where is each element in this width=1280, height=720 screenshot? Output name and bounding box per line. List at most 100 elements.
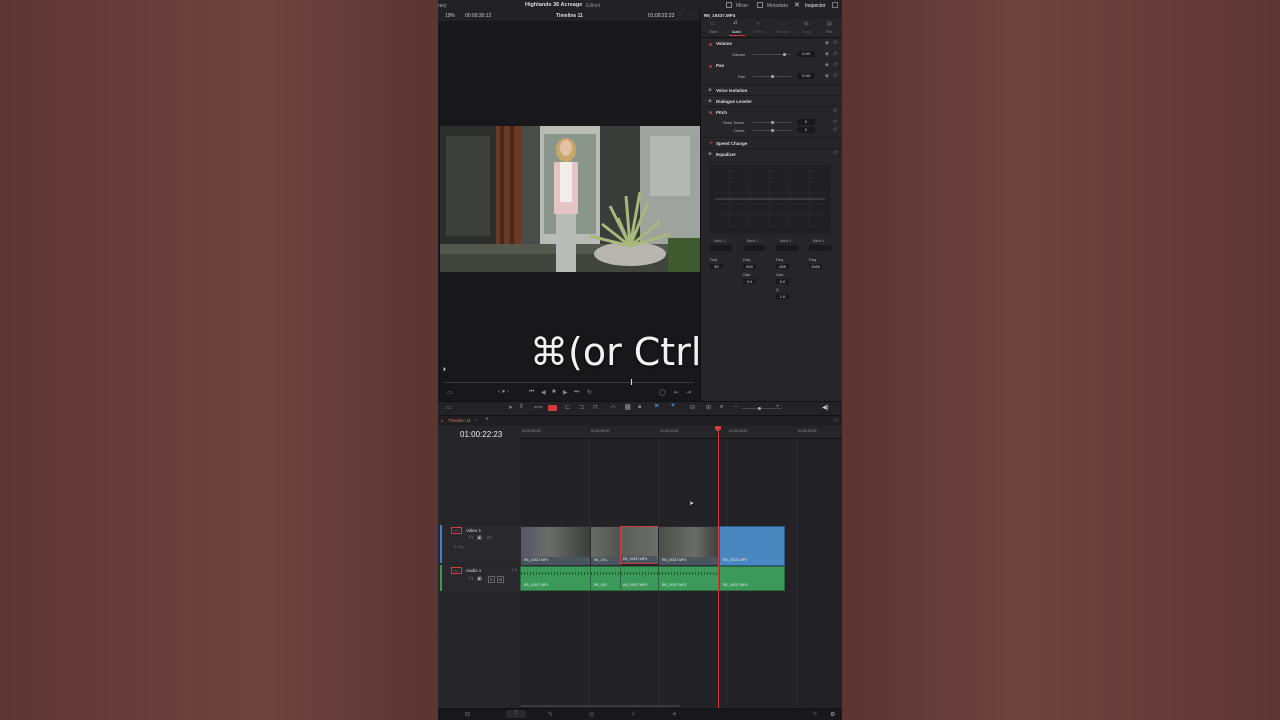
audio-track-mute-button[interactable]: M [497, 576, 505, 583]
timeline-timecode[interactable]: 01:00:22:23 [460, 430, 502, 439]
video-clip[interactable]: R6_193... [590, 526, 622, 566]
timeline-ruler[interactable]: 01:00:00:00 01:00:05:00 01:00:10:00 01:0… [520, 426, 842, 439]
blade-tool-icon[interactable] [548, 405, 557, 411]
volume-reset-icon[interactable]: ↺ [833, 40, 837, 46]
viewer-video-frame[interactable] [440, 126, 700, 272]
snapping-icon[interactable]: ∩ [611, 404, 615, 410]
band-2-gain-value[interactable]: 0.0 [743, 279, 756, 284]
audio-clip[interactable]: R6_19337.MP4 [520, 566, 592, 591]
timeline-panel-icon[interactable]: ▭ [834, 417, 839, 423]
zoom-slider-knob[interactable] [758, 407, 761, 410]
volume-param-reset-icon[interactable]: ↺ [833, 51, 837, 57]
selection-tool-icon[interactable]: ➤ [508, 404, 513, 411]
tab-video[interactable]: Video [709, 30, 718, 34]
settings-gear-icon[interactable]: ⚙ [830, 711, 835, 718]
marker-icon[interactable]: ▼ [670, 403, 676, 409]
cents-value[interactable]: 0 [797, 127, 815, 133]
audio-tab-icon[interactable]: ♫ [733, 20, 738, 26]
audio-clip[interactable]: R6_19337.MP4 [658, 566, 719, 591]
timeline-view-options-icon[interactable]: ▭ [446, 404, 452, 411]
volume-enable-toggle[interactable] [709, 43, 712, 46]
home-icon[interactable]: ⌂ [813, 711, 817, 717]
speed-change-section[interactable]: ◆ Speed Change [701, 137, 842, 148]
add-timeline-tab-icon[interactable]: + [485, 416, 489, 423]
volume-keyframe-icon[interactable]: ◆ [825, 40, 829, 46]
tab-audio[interactable]: Audio [732, 30, 741, 34]
inspector-icon[interactable]: ✕ [794, 1, 800, 9]
semi-tones-knob[interactable] [771, 121, 774, 124]
flag-icon[interactable]: ⚑ [654, 403, 659, 410]
timeline-lock-icon[interactable]: ● [441, 418, 443, 423]
edit-page-icon[interactable]: ⫶ [506, 710, 526, 718]
audio-track-lock-icon[interactable]: ⊓ [469, 576, 473, 582]
volume-value[interactable]: 0.00 [797, 51, 815, 57]
semi-tones-reset-icon[interactable]: ↺ [833, 119, 837, 125]
trim-tool-icon[interactable]: ⫴ [520, 404, 523, 411]
nudge-icon[interactable]: ‹ ● › [498, 389, 509, 395]
zoom-icon[interactable]: ⌕ [720, 404, 723, 411]
audio-track-autoselect-icon[interactable]: ▣ [477, 576, 482, 582]
speed-change-toggle-icon[interactable]: ◆ [709, 140, 713, 146]
next-edit-icon[interactable]: ⇥ [686, 389, 691, 396]
equalizer-reset-icon[interactable]: ↺ [833, 150, 837, 156]
play-icon[interactable]: ▶ [563, 389, 568, 396]
semi-tones-value[interactable]: 0 [797, 119, 815, 125]
metadata-tab[interactable]: Metadata [767, 3, 788, 9]
tab-image[interactable]: Image [802, 30, 812, 34]
pitch-reset-icon[interactable]: ↺ [833, 108, 837, 114]
video-clip-selected[interactable]: R6_19337.MP4 [620, 526, 658, 564]
custom-zoom-icon[interactable]: ⊞ [706, 404, 711, 411]
viewer-marker-icon[interactable]: ⏵ [443, 367, 446, 374]
eq-graph[interactable] [709, 165, 831, 233]
linked-selection-icon[interactable]: ⛓ [624, 404, 632, 411]
metadata-icon[interactable] [757, 2, 763, 8]
deliver-page-icon[interactable]: ✈ [672, 711, 677, 718]
video-tab-icon[interactable]: ▭ [710, 21, 715, 27]
band-2-type-dropdown[interactable] [743, 245, 765, 251]
fairlight-page-icon[interactable]: ♫ [631, 711, 636, 717]
file-tab-icon[interactable]: ▤ [827, 21, 832, 27]
replace-clip-icon[interactable]: ⊓ [593, 404, 598, 411]
in-out-icon[interactable]: ◯ [659, 389, 666, 396]
band-1-freq-value[interactable]: 50 [710, 264, 723, 269]
video-clip[interactable]: R6_19337.MP4 [520, 526, 592, 566]
audio-track-solo-button[interactable]: S [488, 576, 495, 583]
position-lock-icon[interactable]: 🔒︎ [638, 404, 641, 411]
band-4-type-dropdown[interactable] [809, 245, 831, 251]
mixer-tab[interactable]: Mixer [736, 3, 748, 9]
band-4-freq-value[interactable]: 1060 [809, 264, 822, 269]
video-track-lock-icon[interactable]: ⊓ [469, 535, 473, 541]
video-clip-highlighted[interactable]: R6_19337.MP4 [719, 526, 785, 566]
band-1-type-dropdown[interactable] [710, 245, 732, 251]
cents-knob[interactable] [771, 129, 774, 132]
pan-param-keyframe-icon[interactable]: ◆ [825, 73, 829, 79]
insert-clip-icon[interactable]: ⊏ [565, 404, 570, 411]
viewer-options-button[interactable]: ··· [689, 12, 694, 18]
tab-transition[interactable]: Transition [775, 30, 790, 34]
fusion-page-icon[interactable]: ✎ [548, 711, 553, 718]
audio-track-id[interactable]: A1 [451, 567, 462, 574]
pitch-enable-toggle[interactable] [709, 111, 712, 114]
voice-isolation-section[interactable]: ◆ Voice Isolation [701, 84, 842, 95]
audio-clip[interactable]: R6_193... [590, 566, 622, 591]
dialogue-leveler-section[interactable]: ◆ Dialogue Leveler [701, 95, 842, 106]
mixer-icon[interactable] [726, 2, 732, 8]
scrubber-playhead[interactable] [631, 379, 632, 385]
audio-clip[interactable]: R6_19337.MP4 [719, 566, 785, 591]
zoom-in-icon[interactable]: + [776, 404, 780, 410]
band-2-freq-value[interactable]: 500 [743, 264, 756, 269]
tab-file[interactable]: File [826, 30, 832, 34]
band-3-freq-value[interactable]: 265 [776, 264, 789, 269]
video-clip[interactable]: R6_19337.MP4 [658, 526, 719, 566]
color-page-icon[interactable]: ◎ [589, 711, 594, 718]
timeline-tab[interactable]: Timeline 11 [448, 418, 471, 423]
pan-enable-toggle[interactable] [709, 65, 712, 68]
stop-icon[interactable]: ■ [552, 389, 556, 395]
pan-param-reset-icon[interactable]: ↺ [833, 73, 837, 79]
timeline-playhead[interactable] [718, 432, 719, 708]
equalizer-toggle-icon[interactable]: ◆ [708, 151, 712, 157]
band-3-q-value[interactable]: 1.0 [776, 294, 789, 299]
zoom-level[interactable]: 19% [445, 13, 455, 19]
previous-edit-icon[interactable]: ⇤ [674, 389, 679, 396]
loop-icon[interactable]: ↻ [587, 389, 592, 396]
